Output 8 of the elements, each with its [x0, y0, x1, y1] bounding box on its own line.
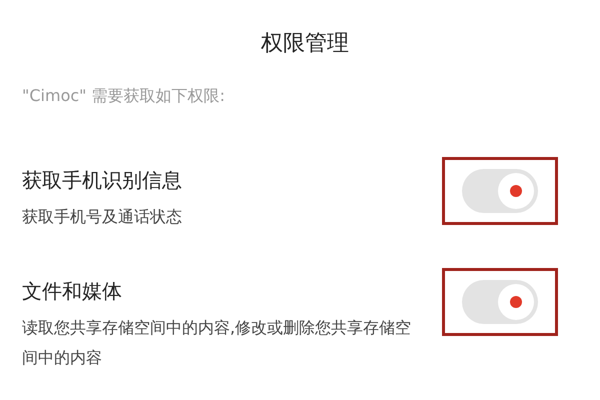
permission-name: 获取手机识别信息 — [22, 167, 183, 194]
permission-description: 读取您共享存储空间中的内容,修改或删除您共享存储空间中的内容 — [22, 317, 412, 369]
subtitle-text: "Cimoc" 需要获取如下权限: — [22, 86, 226, 107]
toggle-switch[interactable] — [462, 169, 538, 213]
permission-name: 文件和媒体 — [22, 278, 123, 305]
dialog-title: 权限管理 — [260, 30, 350, 58]
permission-description: 获取手机号及通话状态 — [22, 206, 183, 228]
toggle-switch[interactable] — [462, 280, 538, 324]
